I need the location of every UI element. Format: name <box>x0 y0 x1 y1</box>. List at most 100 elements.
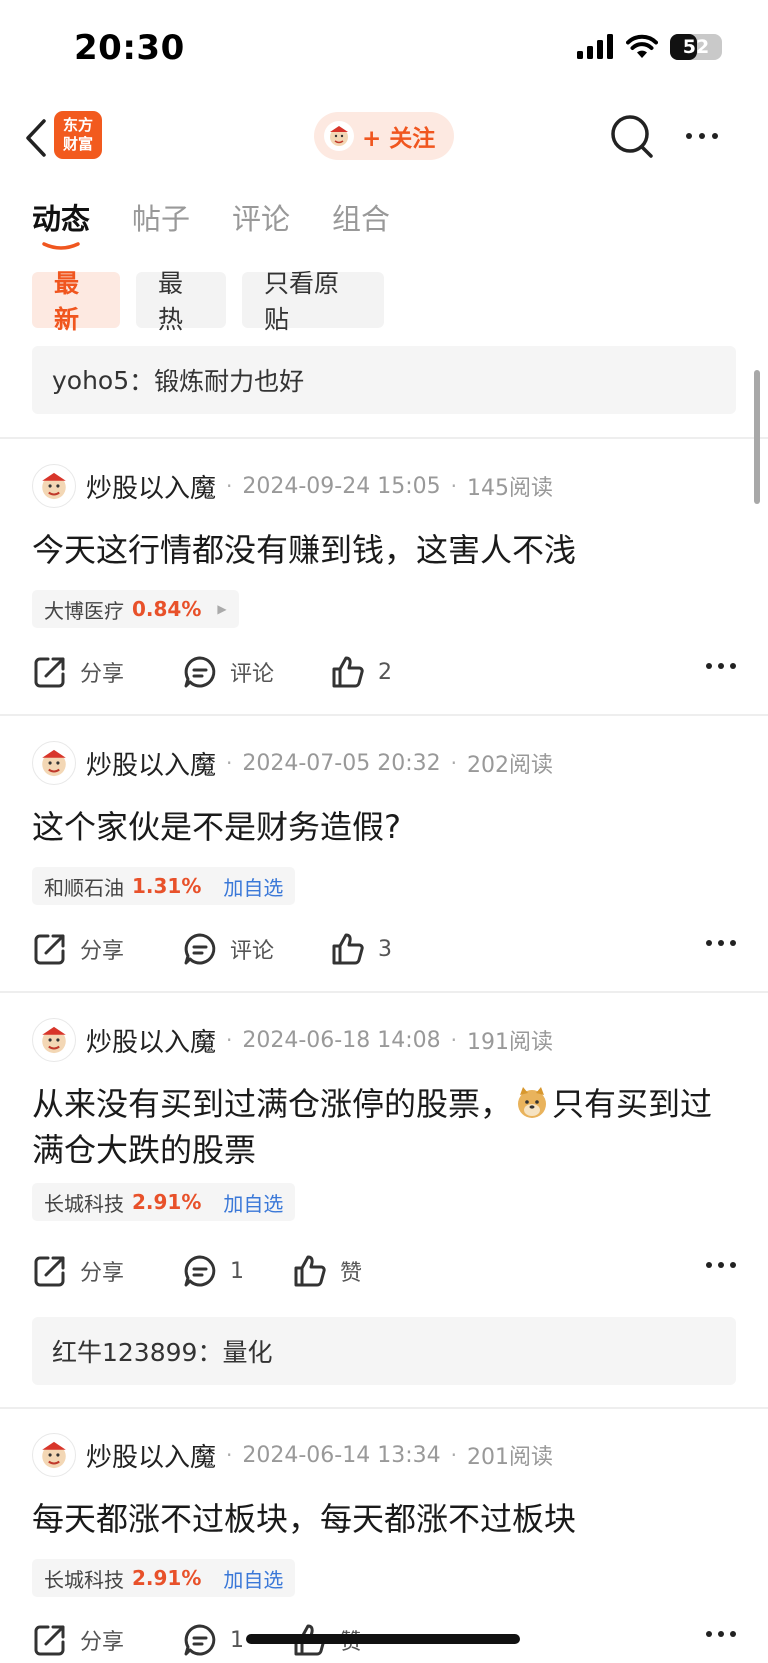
comment-button[interactable]: 评论 <box>182 926 274 972</box>
comment-count: 1 <box>230 1258 244 1284</box>
comment-author[interactable]: 红牛123899 <box>52 1333 197 1369</box>
like-button[interactable]: 3 <box>330 926 392 972</box>
like-button[interactable]: 赞 <box>292 1248 362 1294</box>
comment-preview[interactable]: yoho5 ： 锻炼耐力也好 <box>32 346 736 414</box>
post-text[interactable]: 每天都涨不过板块，每天都涨不过板块 <box>32 1496 732 1542</box>
comment-sep: ： <box>197 1338 223 1367</box>
stock-tag[interactable]: 和顺石油 1.31% 加自选 <box>32 867 296 905</box>
tab-dynamics[interactable]: 动态 <box>32 196 90 250</box>
share-label: 分享 <box>80 662 125 687</box>
brand-logo[interactable]: 东方 财富 <box>54 111 102 159</box>
share-icon <box>34 1625 65 1656</box>
more-icon <box>686 133 692 139</box>
avatar[interactable] <box>32 1018 76 1062</box>
chevron-right-icon: ▶ <box>217 602 227 616</box>
comment-sep: ： <box>129 367 155 396</box>
stock-change: 0.84% <box>132 597 202 621</box>
status-icons: 52 <box>576 34 722 60</box>
more-icon <box>706 1631 712 1637</box>
like-count: 2 <box>378 659 392 685</box>
share-icon <box>34 657 65 688</box>
stock-tag[interactable]: 长城科技 2.91% 加自选 <box>32 1183 296 1221</box>
comment-text: 量化 <box>222 1338 273 1367</box>
post-more-button[interactable] <box>706 1262 736 1268</box>
share-label: 分享 <box>80 1261 125 1286</box>
filter-chips: 最新 最热 只看原贴 <box>32 269 384 334</box>
post-header: 炒股以入魔 · 2024-09-24 15:05 · 145阅读 <box>32 463 553 509</box>
more-button[interactable] <box>680 122 724 150</box>
more-dot <box>699 133 705 139</box>
tab-active-indicator <box>42 242 80 250</box>
post-text[interactable]: 这个家伙是不是财务造假? <box>32 804 732 850</box>
meta-separator: · <box>226 1028 233 1052</box>
add-watchlist-button[interactable]: 加自选 <box>223 1564 283 1593</box>
meta-separator: · <box>226 474 233 498</box>
tab-comments[interactable]: 评论 <box>232 196 290 250</box>
stock-tag[interactable]: 大博医疗 0.84% ▶ <box>32 590 239 628</box>
filter-hottest[interactable]: 最热 <box>136 269 226 334</box>
post-more-button[interactable] <box>706 940 736 946</box>
add-watchlist-button[interactable]: 加自选 <box>223 872 283 901</box>
stock-name: 大博医疗 <box>44 598 124 623</box>
status-time: 20:30 <box>74 28 185 68</box>
search-button[interactable] <box>608 110 656 162</box>
post-actions: 分享 评论 3 <box>32 926 736 972</box>
comment-icon <box>184 933 216 965</box>
home-indicator[interactable] <box>246 1634 520 1644</box>
more-dot <box>718 940 724 946</box>
post-author[interactable]: 炒股以入魔 <box>86 468 216 505</box>
meta-separator: · <box>450 474 457 498</box>
post-more-button[interactable] <box>706 1631 736 1637</box>
post-author[interactable]: 炒股以入魔 <box>86 1437 216 1474</box>
scrollbar[interactable] <box>754 370 760 504</box>
comment-author[interactable]: yoho5 <box>52 366 129 395</box>
tab-portfolio[interactable]: 组合 <box>332 196 390 250</box>
post-date: 2024-07-05 20:32 <box>242 750 441 776</box>
share-button[interactable]: 分享 <box>32 1617 124 1663</box>
comment-preview[interactable]: 红牛123899 ： 量化 <box>32 1317 736 1385</box>
comment-label: 评论 <box>230 939 275 964</box>
follow-label: + 关注 <box>362 126 436 152</box>
post-reads: 191阅读 <box>466 1030 553 1055</box>
post-header: 炒股以入魔 · 2024-06-18 14:08 · 191阅读 <box>32 1017 553 1063</box>
post-text[interactable]: 今天这行情都没有赚到钱，这害人不浅 <box>32 527 732 573</box>
comment-icon <box>184 1255 216 1287</box>
post-text[interactable]: 从来没有买到过满仓涨停的股票， 只有买到过满仓大跌的股票 <box>32 1081 732 1173</box>
back-icon <box>26 119 46 157</box>
post-date: 2024-06-14 13:34 <box>242 1442 441 1468</box>
share-button[interactable]: 分享 <box>32 649 124 695</box>
post-date: 2024-09-24 15:05 <box>242 473 441 499</box>
like-icon <box>294 1255 326 1287</box>
avatar[interactable] <box>32 464 76 508</box>
comment-icon <box>184 1624 216 1656</box>
filter-latest[interactable]: 最新 <box>32 269 120 334</box>
share-button[interactable]: 分享 <box>32 926 124 972</box>
more-dot <box>730 1631 736 1637</box>
post-author[interactable]: 炒股以入魔 <box>86 745 216 782</box>
post-author[interactable]: 炒股以入魔 <box>86 1022 216 1059</box>
more-dot <box>718 1262 724 1268</box>
comment-button[interactable]: 评论 <box>182 649 274 695</box>
filter-original-only[interactable]: 只看原贴 <box>242 269 384 334</box>
follow-button[interactable]: + 关注 <box>314 112 454 160</box>
comment-button[interactable]: 1 <box>182 1248 244 1294</box>
add-watchlist-button[interactable]: 加自选 <box>223 1188 283 1217</box>
avatar[interactable] <box>32 1433 76 1477</box>
share-button[interactable]: 分享 <box>32 1248 124 1294</box>
avatar[interactable] <box>32 741 76 785</box>
search-icon <box>611 115 653 158</box>
post-more-button[interactable] <box>706 663 736 669</box>
like-button[interactable]: 2 <box>330 649 392 695</box>
post-actions: 分享 评论 2 <box>32 649 736 695</box>
logo-text: 东方 财富 <box>62 116 93 153</box>
back-button[interactable] <box>16 114 56 162</box>
meta-separator: · <box>450 1028 457 1052</box>
tab-posts[interactable]: 帖子 <box>132 196 190 250</box>
post-reads: 202阅读 <box>466 753 553 778</box>
share-icon <box>34 1256 65 1287</box>
comment-button[interactable]: 1 <box>182 1617 244 1663</box>
stock-tag[interactable]: 长城科技 2.91% 加自选 <box>32 1559 296 1597</box>
divider <box>0 714 768 716</box>
like-icon <box>332 933 364 965</box>
status-bar: 20:30 52 <box>0 0 768 100</box>
